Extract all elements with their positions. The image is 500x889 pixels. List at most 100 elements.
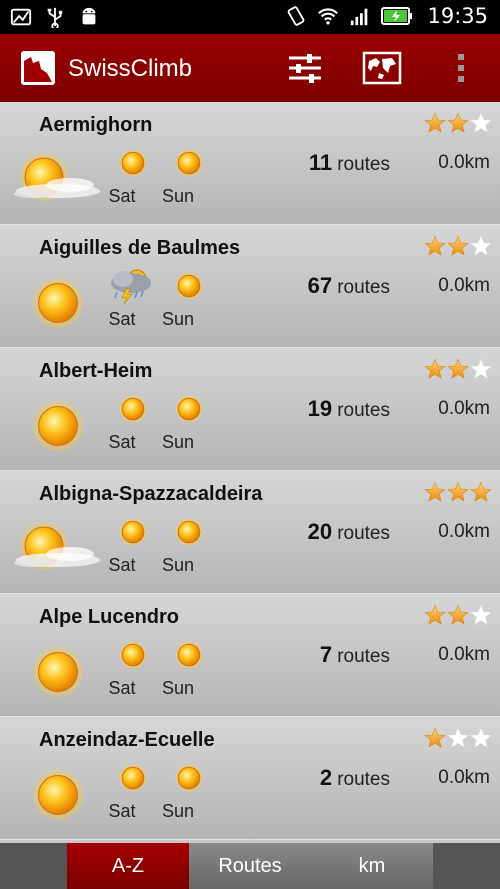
day-label-sun: Sun	[161, 801, 195, 821]
star-empty-icon	[446, 727, 469, 753]
app-title: SwissClimb	[68, 55, 193, 82]
app-logo-icon	[21, 51, 55, 85]
forecast-sunday: Sun	[152, 513, 204, 583]
star-empty-icon	[469, 235, 492, 261]
star-filled-icon	[469, 481, 492, 507]
route-count: 7 routes	[240, 642, 390, 668]
crag-name: Albigna-Spazzacaldeira	[39, 483, 263, 505]
route-count: 11 routes	[240, 150, 390, 176]
day-label-sun: Sun	[161, 309, 195, 329]
route-count-unit: routes	[337, 277, 390, 298]
tab-bar-right-edge	[433, 843, 500, 889]
tab-bar-left-edge	[0, 843, 67, 889]
crag-row[interactable]: Albert-Heim Sat Sun 19 routes 0.0km	[0, 348, 500, 471]
map-icon	[362, 51, 402, 85]
day-label-sun: Sun	[161, 432, 195, 452]
crag-row[interactable]: Aermighorn Sat Sun 11 routes 0.0km	[0, 102, 500, 225]
rating-stars	[423, 112, 492, 138]
sun-icon	[10, 760, 105, 830]
route-count-unit: routes	[337, 769, 390, 790]
forecast-saturday: Sat	[96, 144, 148, 214]
tab-sort-az[interactable]: A-Z	[67, 843, 189, 889]
distance: 0.0km	[438, 767, 490, 788]
tab-sort-km[interactable]: km	[311, 843, 433, 889]
forecast-sunday: Sun	[152, 390, 204, 460]
tab-sort-routes[interactable]: Routes	[189, 843, 311, 889]
sun-icon	[10, 391, 105, 461]
distance: 0.0km	[438, 644, 490, 665]
day-label-sun: Sun	[161, 186, 195, 206]
route-count: 67 routes	[240, 273, 390, 299]
status-bar-system: 19:35	[285, 4, 488, 28]
forecast-sunday: Sun	[152, 759, 204, 829]
day-label-sat: Sat	[108, 555, 136, 575]
star-filled-icon	[423, 481, 446, 507]
star-empty-icon	[469, 358, 492, 384]
sort-tab-bar: A-Z Routes km	[0, 843, 500, 889]
forecast-sunday: Sun	[152, 267, 204, 337]
distance: 0.0km	[438, 521, 490, 542]
star-filled-icon	[446, 358, 469, 384]
battery-charging-icon	[381, 7, 413, 25]
star-filled-icon	[423, 727, 446, 753]
sun-icon	[10, 637, 105, 707]
crag-name: Aermighorn	[39, 114, 153, 136]
day-label-sun: Sun	[161, 678, 195, 698]
star-filled-icon	[446, 112, 469, 138]
star-empty-icon	[469, 604, 492, 630]
route-count-unit: routes	[337, 523, 390, 544]
rating-stars	[423, 481, 492, 507]
route-count-number: 19	[307, 396, 333, 421]
action-bar: SwissClimb	[0, 34, 500, 102]
star-filled-icon	[423, 112, 446, 138]
rating-stars	[423, 604, 492, 630]
route-count-unit: routes	[337, 400, 390, 421]
route-count-unit: routes	[337, 154, 390, 175]
rating-stars	[423, 358, 492, 384]
star-filled-icon	[446, 235, 469, 261]
route-count-number: 2	[319, 765, 333, 790]
star-filled-icon	[423, 235, 446, 261]
route-count: 2 routes	[240, 765, 390, 791]
map-button[interactable]	[362, 48, 402, 88]
filter-sliders-icon	[289, 54, 321, 83]
route-count-number: 67	[307, 273, 333, 298]
distance: 0.0km	[438, 275, 490, 296]
crag-name: Anzeindaz-Ecuelle	[39, 729, 215, 751]
sun-cloud-icon	[10, 514, 105, 584]
wifi-icon	[318, 8, 339, 25]
star-filled-icon	[423, 604, 446, 630]
forecast-saturday: Sat	[96, 759, 148, 829]
crag-name: Albert-Heim	[39, 360, 153, 382]
status-bar: 19:35	[0, 0, 500, 34]
crag-row[interactable]: Anzeindaz-Ecuelle Sat Sun 2 routes 0.0km	[0, 717, 500, 840]
forecast-saturday: Sat	[96, 513, 148, 583]
status-time: 19:35	[427, 4, 488, 28]
overflow-menu-button[interactable]	[441, 48, 481, 88]
signal-icon	[351, 8, 368, 26]
forecast-saturday: Sat	[96, 390, 148, 460]
day-label-sat: Sat	[108, 801, 136, 821]
crag-name: Aiguilles de Baulmes	[39, 237, 241, 259]
route-count: 19 routes	[240, 396, 390, 422]
route-count-number: 11	[308, 150, 333, 175]
usb-icon	[47, 7, 63, 28]
rating-stars	[423, 235, 492, 261]
filter-button[interactable]	[285, 48, 325, 88]
forecast-sunday: Sun	[152, 636, 204, 706]
star-filled-icon	[423, 358, 446, 384]
day-label-sat: Sat	[108, 186, 136, 206]
day-label-sun: Sun	[161, 555, 195, 575]
distance: 0.0km	[438, 398, 490, 419]
route-count-unit: routes	[337, 646, 390, 667]
crag-row[interactable]: Albigna-Spazzacaldeira Sat Sun 20 routes 0.0…	[0, 471, 500, 594]
sun-cloud-icon	[10, 145, 105, 215]
forecast-saturday: Sat	[96, 636, 148, 706]
crag-list[interactable]: Aermighorn Sat Sun 11 routes 0.0km Aiguilles …	[0, 102, 500, 843]
forecast-sunday: Sun	[152, 144, 204, 214]
day-label-sat: Sat	[108, 432, 136, 452]
distance: 0.0km	[438, 152, 490, 173]
crag-row[interactable]: Aiguilles de Baulmes Sat Sun 67 routes 0.0km	[0, 225, 500, 348]
crag-row[interactable]: Alpe Lucendro Sat Sun 7 routes 0.0km	[0, 594, 500, 717]
rating-stars	[423, 727, 492, 753]
